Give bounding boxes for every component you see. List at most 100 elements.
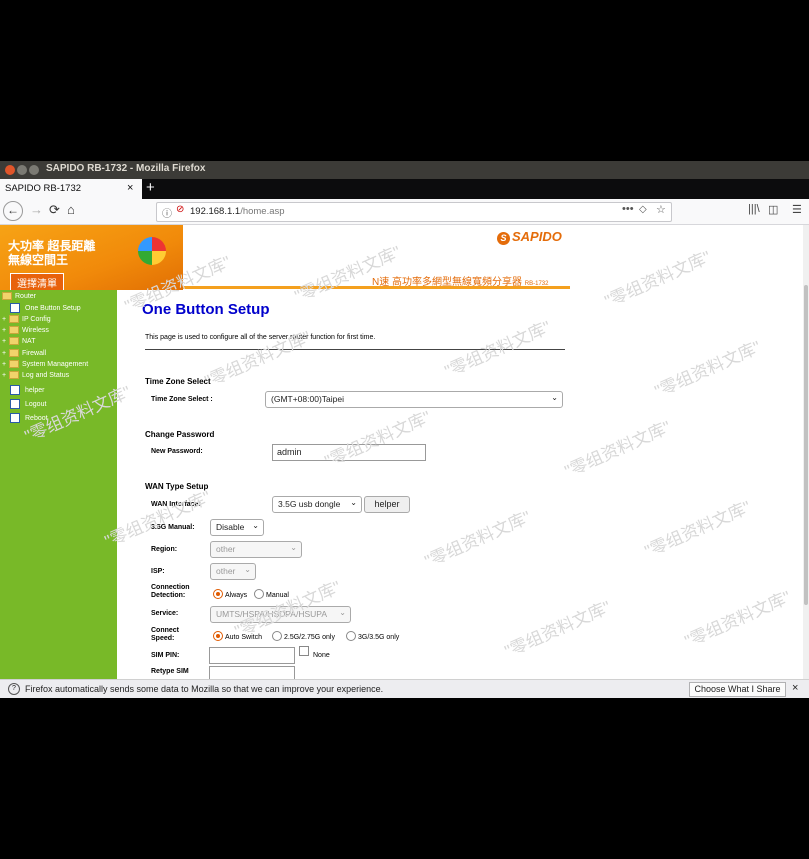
info-icon[interactable]: ⓘ — [162, 205, 172, 220]
url-text[interactable]: 192.168.1.1/home.asp — [190, 206, 285, 217]
url-path: /home.asp — [240, 206, 285, 217]
navigation-toolbar: ← → ⟳ ⌂ ⓘ ⊘ 192.168.1.1/home.asp ••• ◇ ☆… — [0, 199, 809, 225]
sidebar-item-wireless[interactable]: + Wireless — [2, 326, 49, 336]
connection-detection-label: Connection Detection: — [151, 584, 190, 600]
question-icon: ? — [8, 683, 20, 695]
sidebar-item-log-and-status[interactable]: + Log and Status — [2, 371, 69, 381]
speed-3g-label: 3G/3.5G only — [358, 634, 400, 641]
page-actions-icon[interactable]: ••• — [622, 203, 634, 215]
helper-button[interactable]: helper — [364, 496, 410, 513]
speed-3g-radio[interactable] — [346, 631, 356, 641]
sidebar-item-reboot[interactable]: Reboot — [10, 413, 48, 423]
service-value: UMTS/HSPA/HSDPA/HSUPA — [216, 609, 327, 619]
watermark: "零组资料文库" — [641, 497, 754, 562]
detection-always-label: Always — [225, 592, 248, 599]
chevron-down-icon: ⌄ — [339, 608, 346, 617]
manual-label: 3.5G Manual: — [151, 524, 195, 531]
back-button[interactable]: ← — [3, 201, 23, 221]
region-select[interactable]: other ⌄ — [210, 541, 302, 558]
scrollbar-thumb[interactable] — [804, 285, 808, 605]
forward-button[interactable]: → — [30, 202, 43, 217]
sidebar-item-logout[interactable]: Logout — [10, 399, 46, 409]
tab-close-icon[interactable]: × — [127, 182, 133, 194]
sidebar-root[interactable]: Router — [2, 292, 36, 300]
window-maximize-button[interactable] — [29, 165, 39, 175]
isp-value: other — [216, 566, 236, 576]
title-divider — [145, 349, 565, 350]
manual-select[interactable]: Disable ⌄ — [210, 519, 264, 536]
sidebar-item-label: NAT — [22, 338, 36, 345]
region-value: other — [216, 544, 236, 554]
new-password-value: admin — [277, 447, 302, 457]
sidebar-item-label: System Management — [22, 361, 89, 368]
folder-icon — [9, 371, 19, 380]
sidebar-item-one-button-setup[interactable]: One Button Setup — [10, 303, 81, 313]
connect-speed-label-1: Connect — [151, 627, 179, 634]
header-divider — [183, 286, 570, 289]
region-label: Region: — [151, 546, 178, 553]
bookmark-star-icon[interactable]: ☆ — [656, 203, 666, 216]
sidebar-item-firewall[interactable]: + Firewall — [2, 349, 46, 359]
sidebar-item-label: Log and Status — [22, 372, 70, 379]
url-bar[interactable]: ⓘ ⊘ 192.168.1.1/home.asp ••• ◇ ☆ — [156, 202, 672, 222]
sidebar-item-helper[interactable]: helper — [10, 385, 44, 395]
folder-icon — [9, 326, 19, 335]
speed-auto-label: Auto Switch — [225, 634, 262, 641]
chevron-down-icon: ⌄ — [252, 521, 259, 530]
sidebar-root-label: Router — [15, 292, 37, 300]
tab-title: SAPIDO RB-1732 — [5, 183, 82, 194]
sidebar-toggle-icon[interactable]: ◫ — [768, 203, 778, 216]
sim-none-label: None — [313, 652, 330, 659]
page-icon — [10, 413, 20, 423]
library-icon[interactable]: |||\ — [748, 203, 760, 215]
hamburger-menu-icon[interactable]: ☰ — [792, 203, 802, 216]
folder-icon — [9, 337, 19, 346]
sidebar-item-ip-config[interactable]: + IP Config — [2, 315, 51, 325]
sidebar-item-label: IP Config — [22, 316, 51, 323]
speed-25g-radio[interactable] — [272, 631, 282, 641]
sidebar-item-label: Logout — [25, 400, 47, 408]
browser-tab[interactable]: SAPIDO RB-1732 × — [0, 179, 142, 199]
window-close-button[interactable] — [5, 165, 15, 175]
page-scrollbar[interactable] — [803, 225, 809, 679]
sim-pin-field[interactable] — [209, 647, 295, 664]
logo-s-icon: S — [497, 232, 510, 245]
sidebar-item-system-management[interactable]: + System Management — [2, 360, 88, 370]
home-button[interactable]: ⌂ — [67, 202, 75, 217]
choose-what-i-share-button[interactable]: Choose What I Share — [689, 682, 786, 697]
wan-interface-label: WAN Interface: — [151, 501, 201, 508]
service-select[interactable]: UMTS/HSPA/HSDPA/HSUPA ⌄ — [210, 606, 351, 623]
timezone-select[interactable]: (GMT+08:00)Taipei ⌄ — [265, 391, 563, 408]
retype-sim-field[interactable] — [209, 666, 295, 679]
timezone-section-title: Time Zone Select — [145, 377, 211, 386]
window-minimize-button[interactable] — [17, 165, 27, 175]
sim-none-checkbox[interactable] — [299, 646, 309, 656]
page-description: This page is used to configure all of th… — [145, 334, 376, 341]
detection-manual-radio[interactable] — [254, 589, 264, 599]
new-password-field[interactable]: admin — [272, 444, 426, 461]
firefox-window: SAPIDO RB-1732 - Mozilla Firefox SAPIDO … — [0, 161, 809, 698]
speed-auto-radio[interactable] — [213, 631, 223, 641]
sim-pin-label: SIM PIN: — [151, 652, 180, 659]
chevron-down-icon: ⌄ — [551, 393, 558, 402]
page-icon — [10, 399, 20, 409]
sidebar-item-label: Reboot — [25, 414, 48, 422]
speed-25g-label: 2.5G/2.75G only — [284, 634, 335, 641]
insecure-lock-icon[interactable]: ⊘ — [176, 204, 184, 215]
notification-close-icon[interactable]: × — [792, 682, 798, 694]
logo-text: SAPIDO — [512, 229, 562, 244]
reload-button[interactable]: ⟳ — [49, 202, 60, 218]
pocket-icon[interactable]: ◇ — [639, 204, 647, 215]
detection-always-radio[interactable] — [213, 589, 223, 599]
retype-sim-label: Retype SIM — [151, 668, 189, 675]
sidebar-item-label: One Button Setup — [25, 304, 81, 312]
sidebar-item-nat[interactable]: + NAT — [2, 337, 35, 347]
chevron-down-icon: ⌄ — [290, 543, 297, 552]
chevron-down-icon: ⌄ — [244, 565, 251, 574]
timezone-label: Time Zone Select : — [151, 396, 213, 403]
chevron-down-icon: ⌄ — [350, 498, 357, 507]
wan-interface-select[interactable]: 3.5G usb dongle ⌄ — [272, 496, 362, 513]
isp-select[interactable]: other ⌄ — [210, 563, 256, 580]
data-collection-notification: ? Firefox automatically sends some data … — [0, 679, 809, 698]
new-tab-button[interactable]: + — [146, 179, 155, 197]
